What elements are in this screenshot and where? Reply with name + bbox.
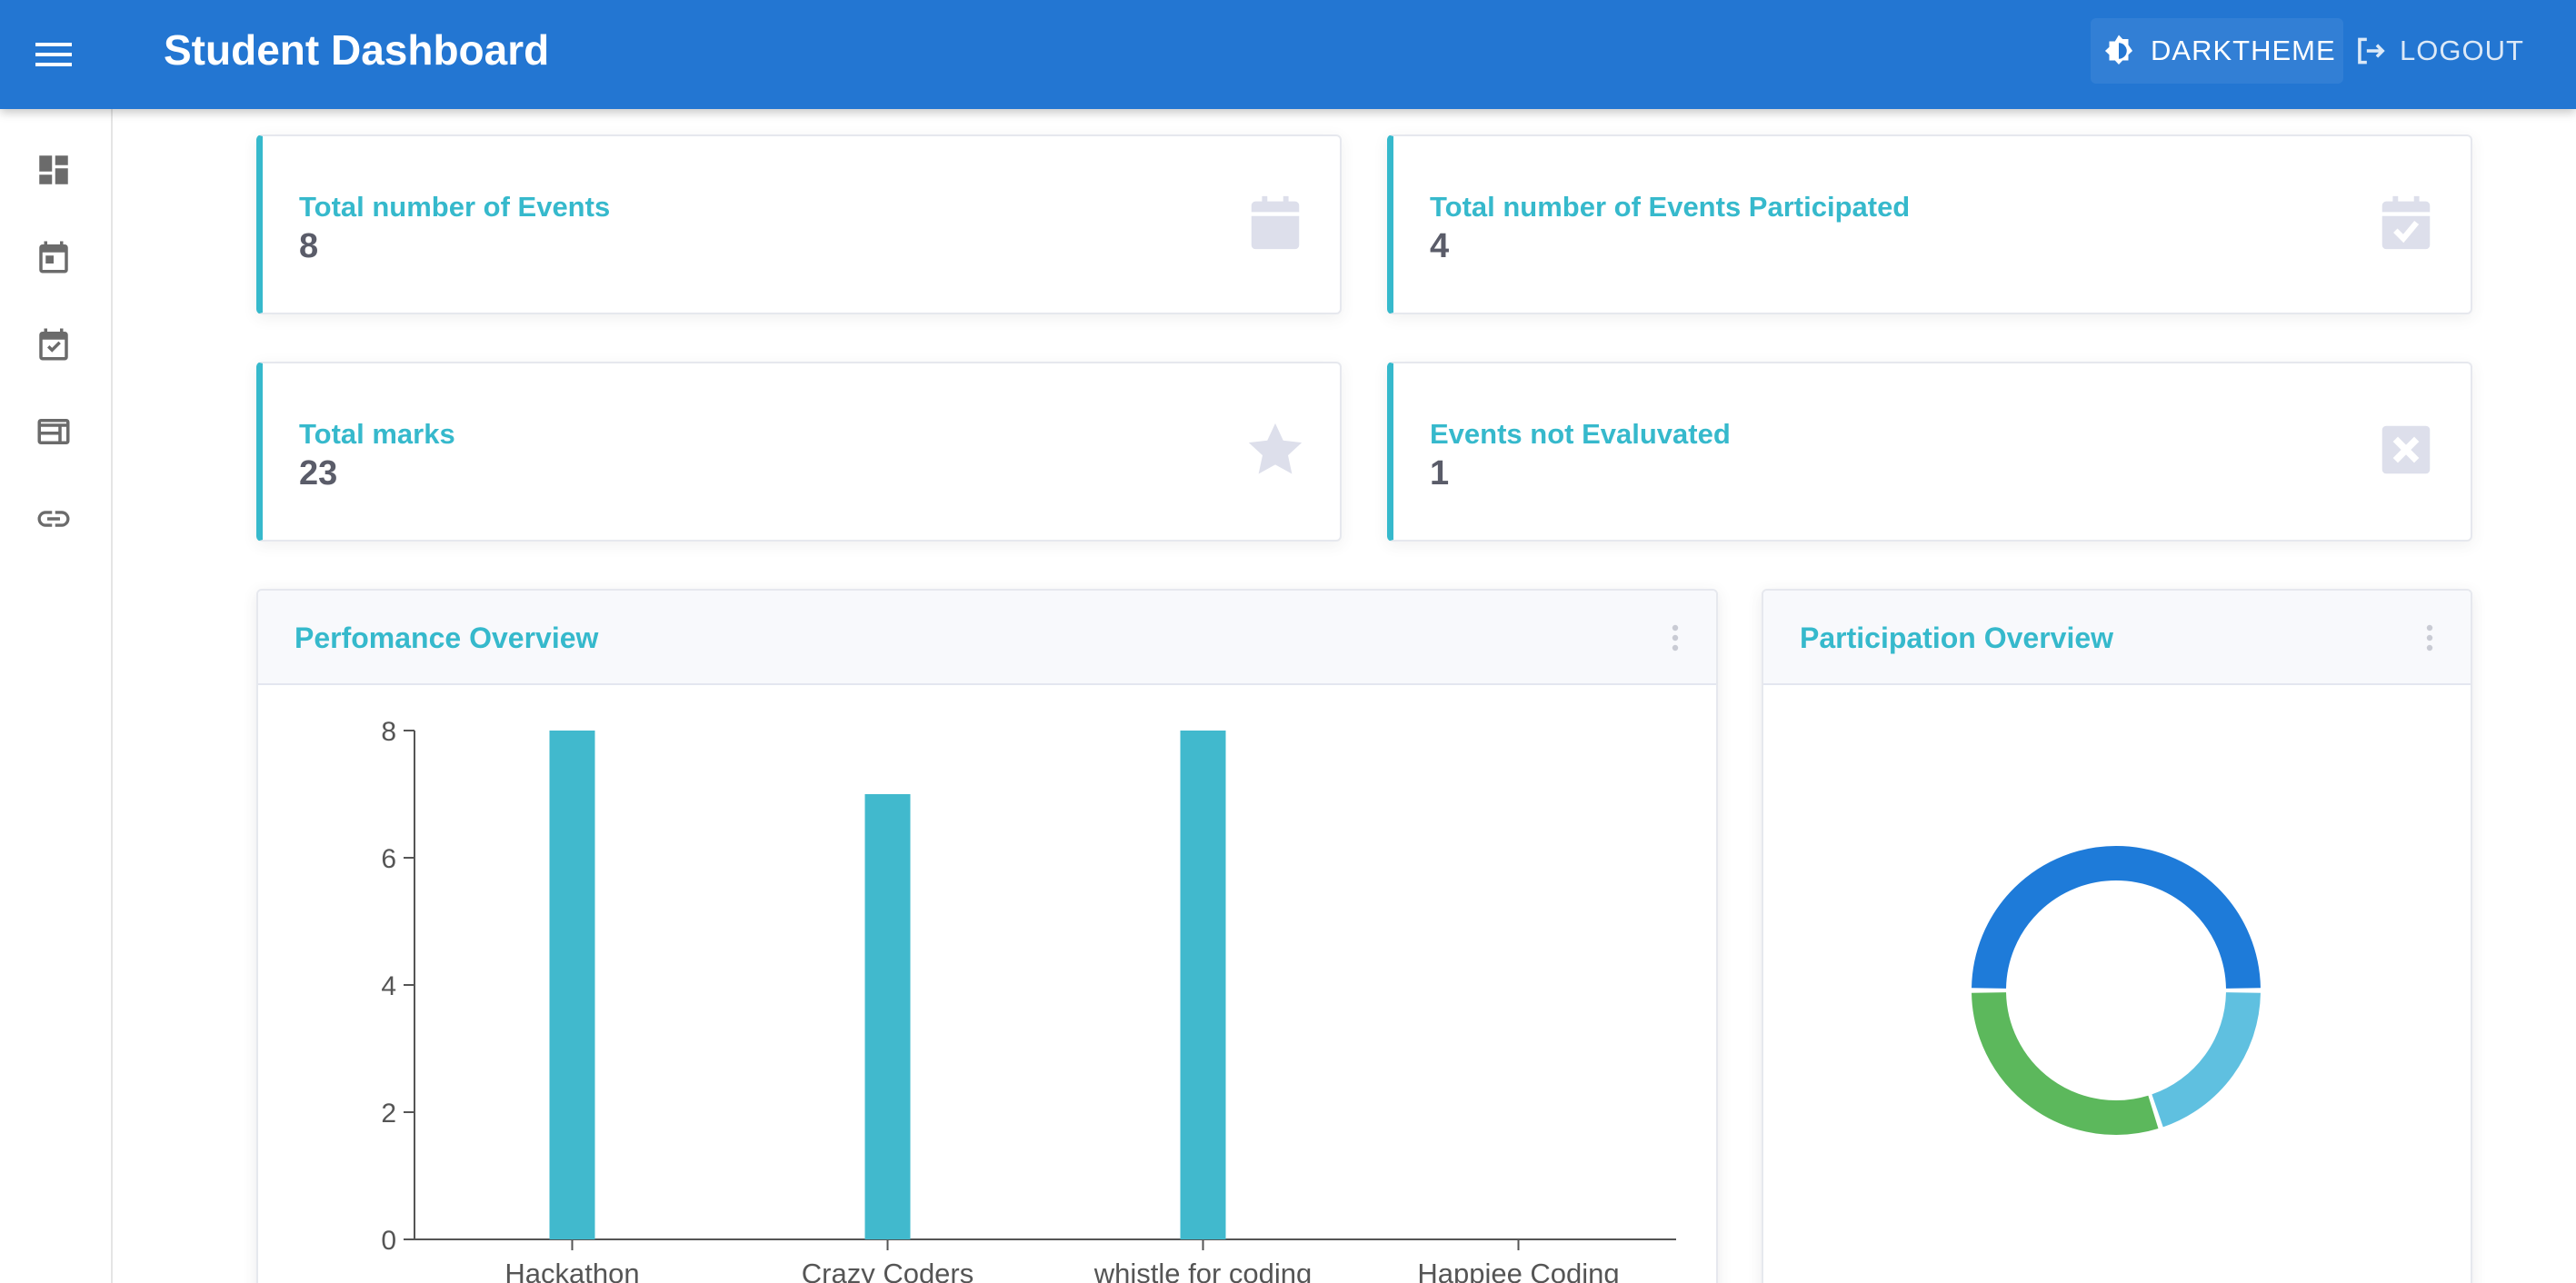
stat-value: 23 [299,454,338,492]
sidebar-item-links[interactable] [33,498,75,540]
stat-value: 8 [299,227,319,265]
dashboard-content: Total number of Events 8 Total number of… [115,109,2576,1283]
performance-bar-chart: 0 2 4 6 8 Hackathon Crazy Coders whistle for co… [381,717,1676,1283]
y-tick-label: 2 [381,1099,396,1129]
sidebar [0,109,113,1283]
more-vert-icon[interactable] [2425,623,2434,652]
participation-donut-chart [1972,846,2261,1135]
link-icon [37,511,70,527]
menu-icon [35,43,72,66]
panel-title: Participation Overview [1800,622,2114,654]
donut-slice[interactable] [2151,991,2261,1128]
close-box-icon [2381,425,2431,474]
dark-theme-button[interactable]: DARKTHEME [2091,18,2343,84]
panel-header: Perfomance Overview [258,591,1716,685]
bar[interactable] [1180,731,1226,1239]
x-tick-label: Crazy Coders [802,1258,974,1283]
performance-overview-card: Perfomance Overview 0 2 4 6 8 Hackathon Crazy … [256,589,1718,1283]
stat-card-not-evaluated: Events not Evaluvated 1 [1387,362,2472,542]
x-tick-label: Hackathon [504,1258,639,1283]
menu-button[interactable] [31,33,76,76]
sidebar-item-participated[interactable] [33,323,75,365]
calendar-check-icon [39,328,68,361]
calendar-icon [1251,195,1300,250]
donut-slice[interactable] [1972,991,2159,1135]
y-tick-label: 8 [381,717,396,747]
dark-theme-label: DARKTHEME [2151,35,2336,66]
more-vert-icon[interactable] [1671,623,1680,652]
app-bar: Student Dashboard DARKTHEME LOGOUT [0,0,2576,109]
calendar-check-icon [2381,195,2431,250]
star-icon [1248,423,1303,474]
participation-overview-card: Participation Overview [1762,589,2472,1283]
stat-title: Total number of Events Participated [1430,191,1911,223]
stat-value: 1 [1430,454,1450,492]
stat-card-total-marks: Total marks 23 [256,362,1342,542]
calendar-event-icon [39,241,68,274]
panel-header: Participation Overview [1763,591,2471,685]
stat-title: Total number of Events [299,191,611,223]
stat-card-events-participated: Total number of Events Participated 4 [1387,134,2472,314]
logout-icon [2358,37,2385,65]
stat-card-total-events: Total number of Events 8 [256,134,1342,314]
dashboard-icon [39,155,68,184]
panel-title: Perfomance Overview [295,622,599,654]
donut-slice[interactable] [1972,846,2261,990]
brightness-icon [2104,35,2133,65]
web-layout-icon [37,419,70,444]
stat-title: Total marks [299,418,455,450]
app-title: Student Dashboard [164,26,550,74]
sidebar-item-layout[interactable] [33,411,75,453]
x-tick-label: Happiee Coding [1417,1258,1619,1283]
sidebar-item-events[interactable] [33,236,75,278]
stat-value: 4 [1430,227,1450,265]
logout-button[interactable]: LOGOUT [2352,18,2534,84]
y-tick-label: 4 [381,971,396,1001]
sidebar-item-dashboard[interactable] [33,149,75,191]
stat-title: Events not Evaluvated [1430,418,1731,450]
y-tick-label: 6 [381,844,396,874]
bar[interactable] [549,731,595,1239]
x-tick-label: whistle for coding [1093,1258,1313,1283]
logout-label: LOGOUT [2400,35,2524,66]
bar[interactable] [864,794,911,1239]
y-tick-label: 0 [381,1226,396,1256]
